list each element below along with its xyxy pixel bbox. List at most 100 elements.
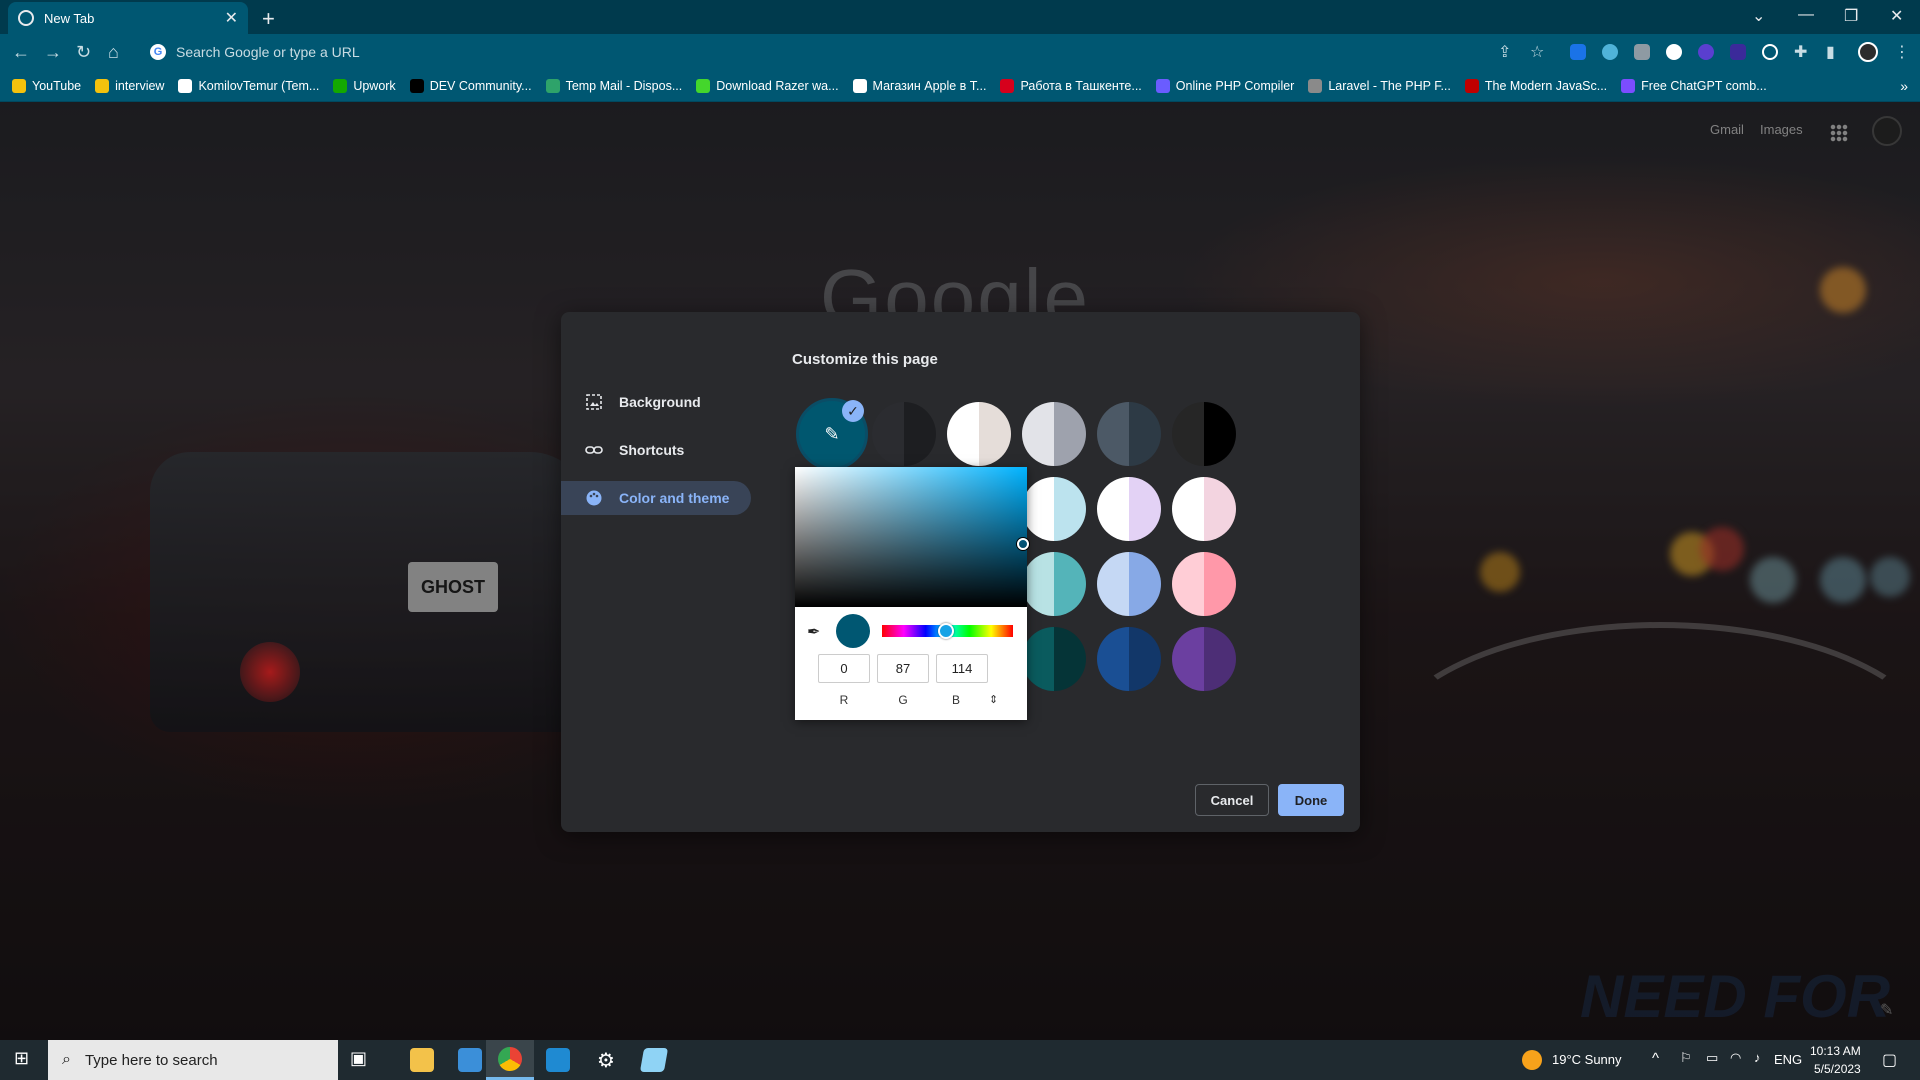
bookmark-label: interview — [115, 78, 165, 93]
cancel-button[interactable]: Cancel — [1195, 784, 1269, 816]
done-button[interactable]: Done — [1278, 784, 1344, 816]
saturation-value-handle[interactable] — [1017, 538, 1029, 550]
bookmark-item[interactable]: Download Razer wa... — [696, 78, 839, 93]
tray-chevron-icon[interactable]: ^ — [1652, 1050, 1659, 1067]
omnibox[interactable]: G Search Google or type a URL — [140, 38, 1550, 66]
color-swatch[interactable] — [1022, 627, 1086, 691]
green-input[interactable]: 87 — [877, 654, 929, 683]
wifi-icon[interactable]: ◠ — [1730, 1050, 1741, 1066]
bookmark-item[interactable]: Online PHP Compiler — [1155, 78, 1294, 93]
bookmark-item[interactable]: The Modern JavaSc... — [1464, 78, 1607, 93]
swatch-left-half — [1172, 477, 1204, 541]
bookmark-star-icon[interactable]: ☆ — [1530, 42, 1544, 62]
extension-icon[interactable] — [1666, 44, 1682, 60]
tab-new-tab[interactable]: New Tab ✕ — [8, 2, 248, 34]
vscode-icon[interactable] — [534, 1040, 582, 1080]
taskbar-search-placeholder: Type here to search — [84, 1051, 218, 1069]
bookmark-label: Laravel - The PHP F... — [1328, 78, 1451, 93]
clock-date[interactable]: 5/5/2023 — [1814, 1062, 1861, 1076]
chrome-taskbar-icon[interactable] — [486, 1040, 534, 1080]
swatch-left-half — [1172, 552, 1204, 616]
swatch-right-half — [979, 402, 1011, 466]
notepad-icon[interactable] — [630, 1040, 678, 1080]
settings-gear-icon[interactable]: ⚙ — [582, 1040, 630, 1080]
color-swatch[interactable] — [1022, 552, 1086, 616]
bookmark-item[interactable]: Free ChatGPT comb... — [1621, 78, 1767, 93]
color-swatch[interactable] — [1172, 402, 1236, 466]
eyedropper-icon[interactable]: ✒ — [807, 622, 820, 642]
language-indicator[interactable]: ENG — [1774, 1052, 1802, 1067]
clock-time[interactable]: 10:13 AM — [1810, 1044, 1861, 1058]
extension-icon[interactable] — [1730, 44, 1746, 60]
color-swatch[interactable] — [1097, 627, 1161, 691]
home-icon[interactable]: ⌂ — [108, 42, 119, 63]
windows-start-icon[interactable]: ⊞ — [14, 1048, 29, 1069]
side-panel-icon[interactable]: ▮ — [1826, 42, 1835, 62]
extension-icon[interactable] — [1698, 44, 1714, 60]
minimize-button[interactable]: — — [1798, 6, 1814, 24]
swatch-left-half — [872, 402, 904, 466]
notifications-icon[interactable]: ▢ — [1882, 1050, 1897, 1070]
red-input[interactable]: 0 — [818, 654, 870, 683]
bookmark-label: YouTube — [32, 78, 82, 93]
saturation-value-area[interactable] — [795, 467, 1027, 607]
tab-search-icon[interactable]: ⌄ — [1752, 6, 1765, 26]
bookmark-item[interactable]: Temp Mail - Dispos... — [545, 78, 682, 93]
color-swatch[interactable] — [947, 402, 1011, 466]
restore-button[interactable]: ❐ — [1844, 6, 1858, 26]
forward-icon[interactable]: → — [44, 42, 62, 63]
blue-input[interactable]: 114 — [936, 654, 988, 683]
swatch-right-half — [1204, 552, 1236, 616]
color-swatch[interactable] — [1097, 402, 1161, 466]
bookmarks-overflow-icon[interactable]: » — [1900, 78, 1908, 94]
nav-color-and-theme[interactable]: Color and theme — [561, 481, 751, 515]
task-view-icon[interactable]: ▣ — [350, 1048, 367, 1069]
color-swatch[interactable] — [1022, 477, 1086, 541]
battery-icon[interactable]: ▭ — [1706, 1050, 1718, 1066]
nav-background[interactable]: Background — [561, 385, 751, 419]
color-swatch[interactable] — [1097, 552, 1161, 616]
tab-strip: New Tab ✕ + ⌄ — ❐ ✕ — [0, 0, 1920, 34]
profile-avatar[interactable] — [1858, 42, 1878, 62]
bookmark-item[interactable]: Upwork — [333, 78, 396, 93]
swatch-right-half — [1054, 627, 1086, 691]
swatch-right-half — [1129, 552, 1161, 616]
color-swatch[interactable] — [1097, 477, 1161, 541]
hue-slider-handle[interactable] — [938, 623, 954, 639]
bookmark-item[interactable]: interview — [95, 78, 165, 93]
nav-shortcuts[interactable]: Shortcuts — [561, 433, 751, 467]
taskbar-search[interactable]: ⌕ Type here to search — [48, 1040, 338, 1080]
extension-icon[interactable] — [1602, 44, 1618, 60]
color-swatch[interactable] — [1172, 477, 1236, 541]
bookmark-item[interactable]: Laravel - The PHP F... — [1308, 78, 1451, 93]
close-window-button[interactable]: ✕ — [1890, 6, 1903, 26]
color-swatch[interactable] — [1022, 402, 1086, 466]
volume-icon[interactable]: ♪ — [1754, 1050, 1761, 1065]
swatch-right-half — [1129, 402, 1161, 466]
extension-icon[interactable] — [1570, 44, 1586, 60]
close-tab-icon[interactable]: ✕ — [225, 8, 238, 28]
bookmark-item[interactable]: Магазин Apple в T... — [852, 78, 986, 93]
network-icon[interactable]: ⚐ — [1680, 1050, 1692, 1066]
extension-icon[interactable] — [1762, 44, 1778, 60]
weather-text[interactable]: 19°C Sunny — [1552, 1052, 1622, 1067]
swatch-left-half — [1172, 627, 1204, 691]
new-tab-button[interactable]: + — [262, 6, 275, 32]
menu-kebab-icon[interactable]: ⋮ — [1894, 42, 1910, 62]
color-swatch[interactable] — [872, 402, 936, 466]
bookmark-item[interactable]: KomilovTemur (Tem... — [178, 78, 319, 93]
bookmark-item[interactable]: Работа в Ташкенте... — [1000, 78, 1142, 93]
bookmark-item[interactable]: DEV Community... — [409, 78, 532, 93]
format-toggle-icon[interactable]: ⇕ — [989, 693, 998, 706]
file-explorer-icon[interactable] — [398, 1040, 446, 1080]
bookmark-item[interactable]: YouTube — [12, 78, 82, 93]
color-swatch[interactable] — [1172, 552, 1236, 616]
reload-icon[interactable]: ↻ — [76, 42, 91, 63]
bookmark-favicon-icon — [1155, 78, 1170, 93]
share-icon[interactable]: ⇪ — [1498, 42, 1511, 62]
back-icon[interactable]: ← — [12, 42, 30, 63]
extension-icon[interactable] — [1634, 44, 1650, 60]
nav-shortcuts-label: Shortcuts — [619, 442, 685, 458]
color-swatch[interactable] — [1172, 627, 1236, 691]
puzzle-extensions-icon[interactable]: ✚ — [1794, 42, 1807, 62]
